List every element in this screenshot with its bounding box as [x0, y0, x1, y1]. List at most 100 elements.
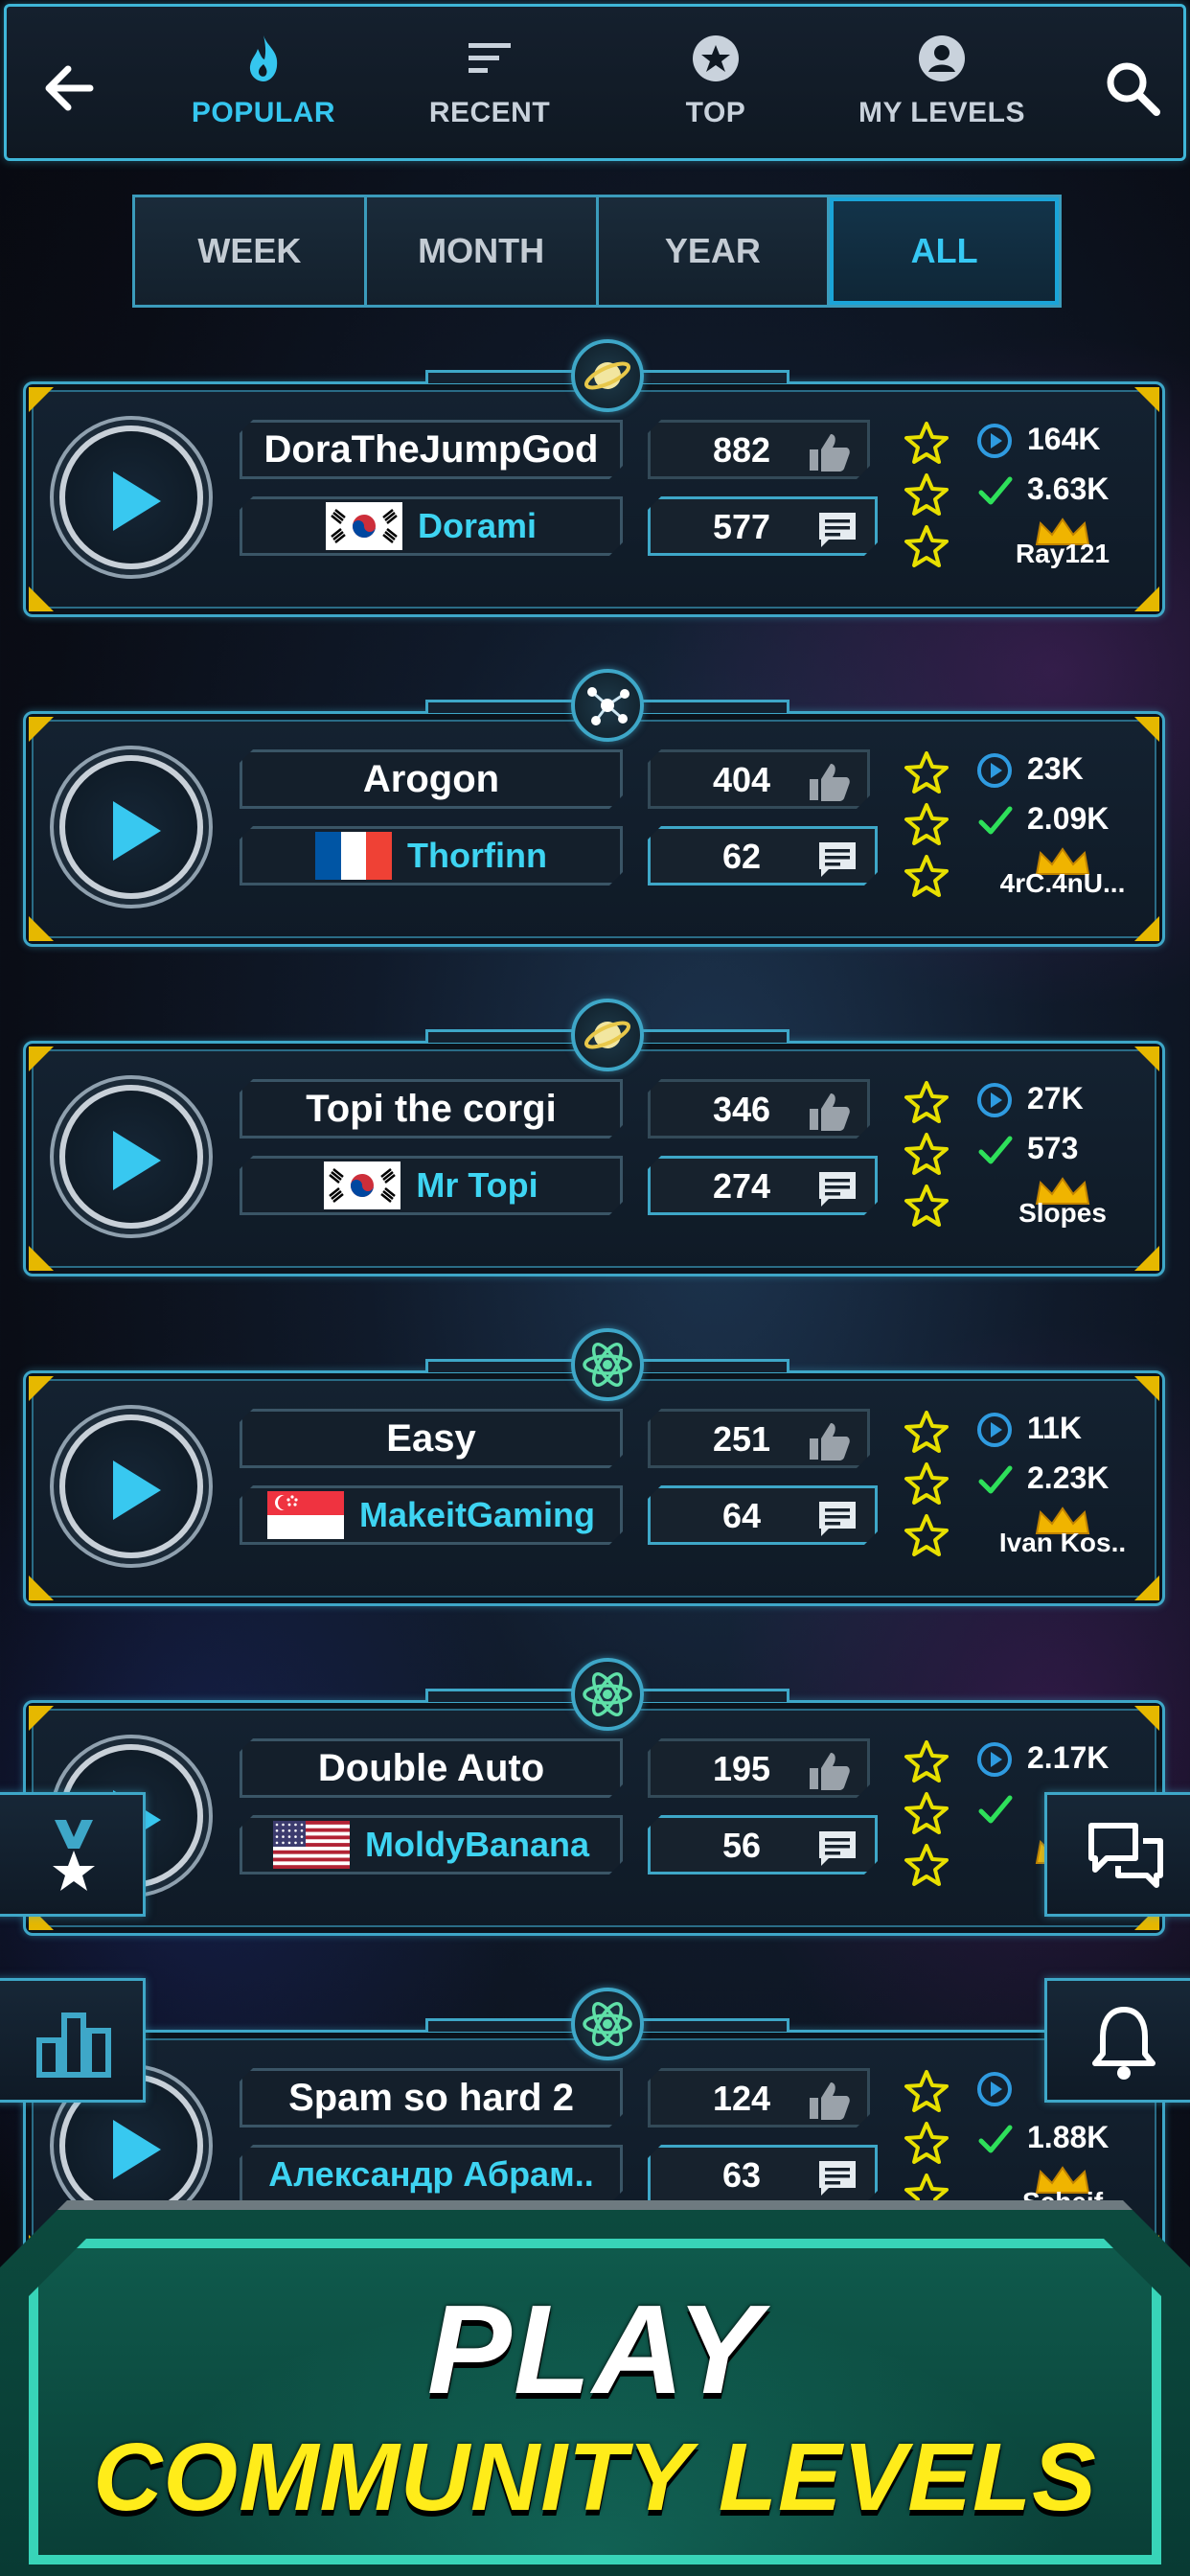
- level-card[interactable]: DoraTheJumpGod Dorami 882 577 164K 3.63K Ray12…: [23, 339, 1165, 617]
- level-author[interactable]: MakeitGaming: [240, 1485, 623, 1545]
- like-counter[interactable]: 195: [648, 1738, 870, 1798]
- comment-counter[interactable]: 64: [648, 1485, 878, 1545]
- comment-counter[interactable]: 56: [648, 1815, 878, 1874]
- thumbs-up-icon[interactable]: [806, 2079, 852, 2123]
- corner-accent: [1134, 1706, 1159, 1731]
- tab-top-label: TOP: [685, 97, 746, 128]
- comment-icon[interactable]: [815, 837, 859, 881]
- banner-subtitle: COMMUNITY LEVELS: [93, 2424, 1097, 2531]
- country-flag-icon: [267, 1491, 344, 1539]
- difficulty-stars: [903, 1079, 954, 1232]
- level-name: Spam so hard 2: [240, 2068, 623, 2128]
- chat-button[interactable]: [1044, 1792, 1190, 1917]
- like-counter[interactable]: 404: [648, 749, 870, 809]
- back-button[interactable]: [37, 55, 104, 122]
- thumbs-up-icon[interactable]: [806, 760, 852, 804]
- corner-accent: [1134, 586, 1159, 611]
- flame-icon: [249, 35, 278, 81]
- comment-count: 274: [712, 1166, 771, 1206]
- atom-icon: [571, 1988, 644, 2060]
- corner-accent: [1134, 916, 1159, 941]
- level-author[interactable]: Александр Абрам..: [240, 2145, 623, 2204]
- period-year[interactable]: YEAR: [598, 197, 831, 305]
- thumbs-up-icon[interactable]: [806, 1090, 852, 1134]
- corner-accent: [1134, 387, 1159, 412]
- level-card[interactable]: Topi the corgi Mr Topi 346 274 27K 573 Slopes: [23, 999, 1165, 1276]
- like-counter[interactable]: 882: [648, 420, 870, 479]
- play-button[interactable]: [59, 1414, 203, 1558]
- thumbs-up-icon[interactable]: [806, 1749, 852, 1793]
- level-card[interactable]: Arogon Thorfinn 404 62 23K 2.09K 4rC.4nU...: [23, 669, 1165, 947]
- author-name: MoldyBanana: [364, 1825, 590, 1864]
- checkmark-icon: [978, 1465, 1013, 1494]
- period-week[interactable]: WEEK: [135, 197, 367, 305]
- star-icon: [904, 1184, 949, 1227]
- level-card[interactable]: Easy MakeitGaming 251 64 11K 2.23K Ivan Kos..: [23, 1328, 1165, 1606]
- leaderboard-button[interactable]: [0, 1978, 146, 2103]
- comment-counter[interactable]: 62: [648, 826, 878, 886]
- checkmark-icon: [978, 476, 1013, 505]
- star-icon: [904, 2122, 949, 2164]
- completions-stat: 573: [972, 1125, 1154, 1173]
- country-flag-icon: [324, 1162, 400, 1209]
- comment-icon[interactable]: [815, 1496, 859, 1540]
- bar-chart-icon: [36, 2012, 111, 2078]
- record-holder-name: 4rC.4nU...: [999, 868, 1126, 898]
- notifications-button[interactable]: [1044, 1978, 1190, 2103]
- arrow-left-icon: [45, 65, 94, 111]
- level-stats: 11K 2.23K Ivan Kos..: [972, 1405, 1154, 1568]
- comment-icon[interactable]: [815, 1166, 859, 1210]
- plays-icon: [977, 1742, 1012, 1777]
- level-author[interactable]: Dorami: [240, 496, 623, 556]
- like-count: 346: [712, 1090, 771, 1129]
- tab-popular[interactable]: POPULAR: [158, 30, 369, 145]
- comment-icon[interactable]: [815, 507, 859, 551]
- corner-accent: [29, 916, 54, 941]
- plays-icon: [977, 1413, 1012, 1447]
- level-stats: 23K 2.09K 4rC.4nU...: [972, 746, 1154, 908]
- comment-icon[interactable]: [815, 1826, 859, 1870]
- star-icon: [904, 1411, 949, 1453]
- play-button[interactable]: [59, 426, 203, 569]
- level-author[interactable]: MoldyBanana: [240, 1815, 623, 1874]
- level-stats: 27K 573 Slopes: [972, 1075, 1154, 1238]
- period-all[interactable]: ALL: [830, 197, 1059, 305]
- like-counter[interactable]: 251: [648, 1409, 870, 1468]
- like-counter[interactable]: 124: [648, 2068, 870, 2128]
- comment-counter[interactable]: 63: [648, 2145, 878, 2204]
- author-name: Александр Абрам..: [268, 2154, 594, 2194]
- tab-top[interactable]: TOP: [610, 30, 821, 145]
- period-selector: WEEK MONTH YEAR ALL: [132, 195, 1062, 308]
- atom-icon: [571, 1328, 644, 1401]
- period-month[interactable]: MONTH: [366, 197, 599, 305]
- plays-count: 11K: [1027, 1411, 1082, 1445]
- comment-count: 56: [721, 1826, 762, 1865]
- level-author[interactable]: Mr Topi: [240, 1156, 623, 1215]
- like-counter[interactable]: 346: [648, 1079, 870, 1138]
- achievements-button[interactable]: [0, 1792, 146, 1917]
- country-flag-icon: [273, 1821, 350, 1869]
- star-icon: [904, 1514, 949, 1556]
- difficulty-stars: [903, 2068, 954, 2221]
- thumbs-up-icon[interactable]: [806, 430, 852, 474]
- plays-icon: [977, 1083, 1012, 1117]
- tab-my-levels[interactable]: MY LEVELS: [836, 30, 1047, 145]
- search-button[interactable]: [1099, 55, 1166, 122]
- level-author[interactable]: Thorfinn: [240, 826, 623, 886]
- completions-stat: 1.88K: [972, 2114, 1154, 2162]
- comment-counter[interactable]: 274: [648, 1156, 878, 1215]
- tab-recent[interactable]: RECENT: [384, 30, 595, 145]
- level-name: Arogon: [240, 749, 623, 809]
- play-button[interactable]: [59, 755, 203, 899]
- chat-icon: [1088, 1823, 1163, 1888]
- like-count: 195: [712, 1749, 771, 1788]
- star-icon: [904, 1081, 949, 1123]
- thumbs-up-icon[interactable]: [806, 1419, 852, 1463]
- comment-icon[interactable]: [815, 2155, 859, 2199]
- level-card[interactable]: Double Auto MoldyBanana 195 56 2.17K: [23, 1658, 1165, 1936]
- comment-counter[interactable]: 577: [648, 496, 878, 556]
- plays-stat: 27K: [972, 1075, 1154, 1123]
- comment-count: 62: [721, 837, 762, 876]
- play-button[interactable]: [59, 1085, 203, 1229]
- corner-accent: [1134, 1376, 1159, 1401]
